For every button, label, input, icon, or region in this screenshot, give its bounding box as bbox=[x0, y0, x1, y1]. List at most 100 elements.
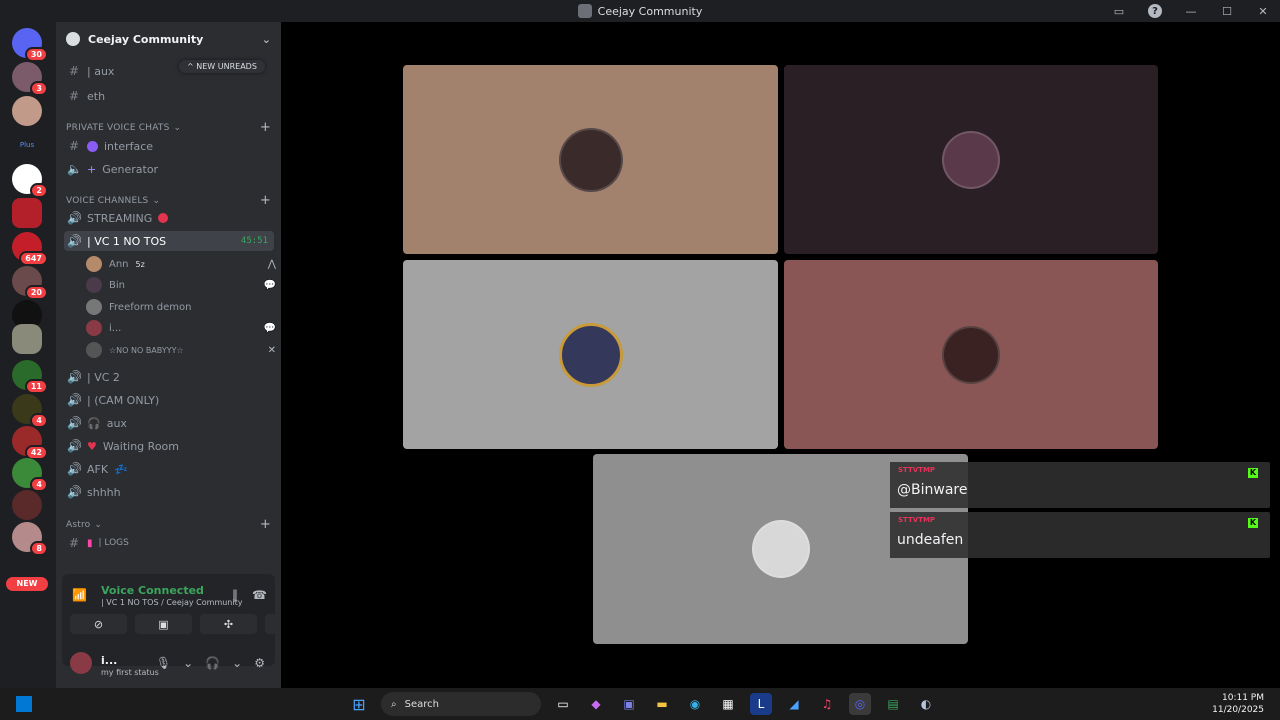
channel-label: | VC 2 bbox=[87, 370, 120, 384]
add-channel-icon[interactable]: + bbox=[260, 120, 271, 135]
guild-item[interactable]: 2 bbox=[12, 164, 48, 198]
add-channel-icon[interactable]: + bbox=[260, 517, 271, 532]
guild-folder[interactable] bbox=[12, 198, 42, 228]
user-panel-controls: 🎙 ⌄ 🎧 ⌄ ⚙ bbox=[156, 656, 265, 670]
participant-avatar bbox=[558, 127, 623, 192]
noise-suppression-icon[interactable]: ‖ bbox=[232, 588, 238, 602]
windows-start-icon[interactable]: ⊞ bbox=[348, 693, 370, 715]
guild-item[interactable]: 647 bbox=[12, 232, 48, 266]
channel-streaming[interactable]: 🔊 STREAMING bbox=[64, 208, 274, 228]
server-header[interactable]: Ceejay Community ⌄ bbox=[56, 22, 281, 56]
channel-generator[interactable]: 🔈 + Generator bbox=[64, 159, 274, 179]
channel-vc1-active[interactable]: 🔊 | VC 1 NO TOS 45:51 bbox=[64, 231, 274, 251]
new-unreads-pill[interactable]: ^ NEW UNREADS bbox=[179, 60, 265, 73]
overlay-tag: STTVTMP bbox=[898, 466, 936, 474]
camera-off-button[interactable]: ⊘ bbox=[70, 614, 127, 634]
gear-icon[interactable]: ⚙ bbox=[254, 656, 265, 670]
voice-user[interactable]: Freeform demon bbox=[86, 298, 276, 316]
chevron-down-icon[interactable]: ⌄ bbox=[232, 656, 242, 670]
user-status[interactable]: my first status bbox=[101, 668, 159, 677]
voice-user[interactable]: i... 💬 bbox=[86, 319, 276, 337]
guild-item[interactable]: 11 bbox=[12, 360, 48, 394]
voice-user-extra: 5z bbox=[135, 259, 145, 269]
disconnect-icon[interactable]: ☎ bbox=[252, 588, 267, 602]
hash-icon: # bbox=[68, 64, 80, 78]
headphones-icon[interactable]: 🎧 bbox=[205, 656, 220, 670]
channel-waiting-room[interactable]: 🔊 ♥ Waiting Room bbox=[64, 436, 274, 456]
system-clock[interactable]: 10:11 PM 11/20/2025 bbox=[1212, 692, 1264, 716]
user-name[interactable]: i... bbox=[101, 654, 117, 667]
voice-channel-path[interactable]: | VC 1 NO TOS / Ceejay Community bbox=[101, 598, 242, 607]
steam-icon[interactable]: ◐ bbox=[915, 693, 937, 715]
guild-item[interactable]: 20 bbox=[12, 266, 48, 300]
participant-tile[interactable] bbox=[784, 65, 1158, 254]
file-explorer-icon[interactable]: ▬ bbox=[651, 693, 673, 715]
server-badge-icon bbox=[66, 32, 80, 46]
participant-tile[interactable] bbox=[784, 260, 1158, 449]
avatar[interactable] bbox=[70, 652, 92, 674]
minimize-button[interactable]: — bbox=[1184, 4, 1198, 18]
task-view-icon[interactable]: ▭ bbox=[552, 693, 574, 715]
store-icon[interactable]: ▦ bbox=[717, 693, 739, 715]
voice-user[interactable]: Ann 5z ⋀ bbox=[86, 255, 276, 273]
add-channel-icon[interactable]: + bbox=[260, 193, 271, 208]
category-label: Astro bbox=[66, 519, 91, 530]
home-button[interactable]: 30 bbox=[12, 28, 48, 62]
sleep-icon: 💤 bbox=[114, 462, 128, 476]
guild-item[interactable]: 42 bbox=[12, 426, 48, 460]
microphone-icon[interactable]: 🎙 bbox=[156, 656, 171, 670]
chevron-down-icon[interactable]: ⌄ bbox=[183, 656, 193, 670]
guild-item[interactable] bbox=[12, 96, 42, 126]
channel-cam-only[interactable]: 🔊 | (CAM ONLY) bbox=[64, 390, 274, 410]
signal-icon[interactable]: 📶 bbox=[72, 588, 88, 602]
game-icon[interactable]: ▤ bbox=[882, 693, 904, 715]
hash-icon: # bbox=[68, 89, 80, 103]
voice-user-name: Bin bbox=[109, 279, 125, 291]
screen-share-icon[interactable]: ▭ bbox=[1112, 4, 1126, 18]
guild-item[interactable]: 4 bbox=[12, 458, 48, 492]
participant-tile[interactable] bbox=[403, 260, 778, 449]
taskbar-search[interactable]: ⌕ Search bbox=[381, 692, 541, 716]
guild-item[interactable]: 8 bbox=[12, 522, 48, 556]
close-button[interactable]: ✕ bbox=[1256, 4, 1270, 18]
channel-afk[interactable]: 🔊 AFK 💤 bbox=[64, 459, 274, 479]
copilot-icon[interactable]: ◆ bbox=[585, 693, 607, 715]
voice-user[interactable]: ☆NO NO BABYYY☆ ✕ bbox=[86, 341, 276, 359]
widgets-icon[interactable] bbox=[16, 696, 32, 712]
channel-aux-voice[interactable]: 🔊 🎧 aux bbox=[64, 413, 274, 433]
category-private-voice[interactable]: PRIVATE VOICE CHATS ⌄ + bbox=[66, 120, 271, 135]
channel-eth[interactable]: # eth bbox=[64, 86, 274, 106]
screen-share-button[interactable]: ▣ bbox=[135, 614, 192, 634]
category-voice-channels[interactable]: VOICE CHANNELS ⌄ + bbox=[66, 193, 271, 208]
channel-logs[interactable]: # ▮ | LOGS bbox=[64, 533, 274, 553]
guild-item[interactable]: 3 bbox=[12, 62, 48, 96]
category-label: VOICE CHANNELS bbox=[66, 195, 149, 206]
guild-item[interactable]: Plus bbox=[12, 130, 42, 160]
help-icon[interactable]: ? bbox=[1148, 4, 1162, 18]
voice-user[interactable]: Bin 💬 bbox=[86, 276, 276, 294]
teams-icon[interactable]: ▣ bbox=[618, 693, 640, 715]
avatar bbox=[86, 256, 102, 272]
new-unreads-label: NEW UNREADS bbox=[196, 62, 257, 71]
search-label: Search bbox=[404, 698, 439, 710]
guild-item[interactable]: 4 bbox=[12, 394, 48, 428]
edge-icon[interactable]: ◉ bbox=[684, 693, 706, 715]
guild-badge: 4 bbox=[30, 413, 48, 428]
channel-interface[interactable]: # interface bbox=[64, 136, 274, 156]
channel-vc2[interactable]: 🔊 | VC 2 bbox=[64, 367, 274, 387]
voice-status[interactable]: Voice Connected bbox=[101, 584, 204, 597]
participant-tile[interactable] bbox=[403, 65, 778, 254]
l-app-icon[interactable]: L bbox=[750, 693, 772, 715]
channel-shhhh[interactable]: 🔊 shhhh bbox=[64, 482, 274, 502]
guild-item[interactable] bbox=[12, 490, 42, 520]
maximize-button[interactable]: ☐ bbox=[1220, 4, 1234, 18]
music-icon[interactable]: ♫ bbox=[816, 693, 838, 715]
guild-item-active[interactable] bbox=[12, 324, 42, 354]
activities-button[interactable]: ✣ bbox=[200, 614, 257, 634]
new-pill[interactable]: NEW bbox=[6, 577, 48, 591]
speaker-icon: 🔊 bbox=[67, 211, 82, 225]
clock-date: 11/20/2025 bbox=[1212, 705, 1264, 715]
discord-icon[interactable]: ◎ bbox=[849, 693, 871, 715]
azure-icon[interactable]: ◢ bbox=[783, 693, 805, 715]
category-astro[interactable]: Astro ⌄ + bbox=[66, 517, 271, 532]
